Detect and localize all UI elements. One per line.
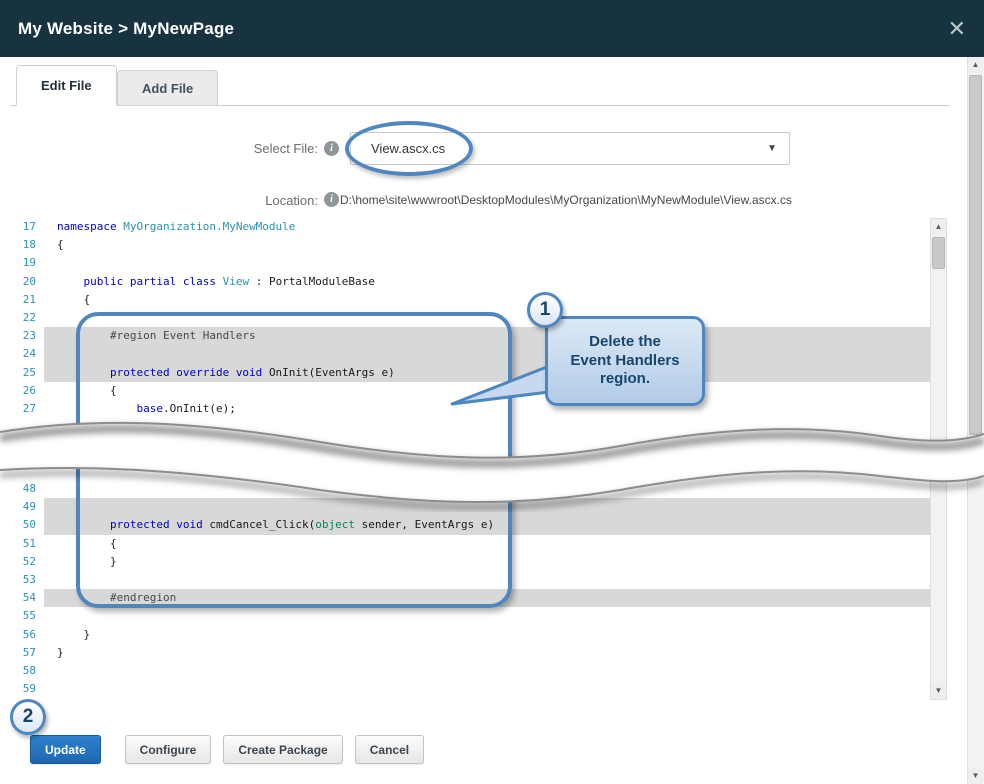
dialog-header: My Website > MyNewPage ✕ — [0, 0, 984, 57]
select-file-label: Select File: — [198, 141, 318, 156]
scroll-up-icon[interactable]: ▲ — [931, 219, 946, 235]
line-number: 50 — [10, 516, 44, 534]
scroll-down-icon[interactable]: ▼ — [931, 683, 946, 699]
line-number: 19 — [10, 254, 44, 272]
dialog: My Website > MyNewPage ✕ Edit File Add F… — [0, 0, 984, 784]
code-line: 58 — [10, 662, 930, 680]
line-number: 49 — [10, 498, 44, 516]
callout-tail — [447, 355, 559, 411]
line-number: 57 — [10, 644, 44, 662]
code-text — [44, 607, 930, 625]
code-text — [44, 254, 930, 272]
page-scrollbar-thumb[interactable] — [969, 75, 982, 435]
cancel-button[interactable]: Cancel — [355, 735, 424, 764]
scroll-down-icon[interactable]: ▼ — [968, 768, 983, 784]
line-number: 59 — [10, 680, 44, 698]
step-2-badge: 2 — [10, 699, 46, 735]
code-line: 57} — [10, 644, 930, 662]
annotation-ellipse — [345, 121, 473, 176]
callout-text: Event Handlers — [548, 352, 702, 371]
line-number: 23 — [10, 327, 44, 345]
location-path: D:\home\site\wwwroot\DesktopModules\MyOr… — [340, 193, 792, 207]
code-text: { — [44, 236, 930, 254]
callout-text: Delete the — [548, 333, 702, 352]
code-text — [44, 680, 930, 698]
page-scrollbar[interactable]: ▲ ▼ — [967, 57, 984, 784]
code-text: namespace MyOrganization.MyNewModule — [44, 218, 930, 236]
code-line: 21 { — [10, 291, 930, 309]
callout-text: region. — [548, 370, 702, 389]
chevron-down-icon: ▼ — [767, 143, 777, 154]
breadcrumb-title: My Website > MyNewPage — [18, 19, 234, 39]
line-number: 26 — [10, 382, 44, 400]
line-number: 58 — [10, 662, 44, 680]
editor-scrollbar[interactable]: ▲ ▼ — [930, 218, 947, 700]
action-button-row: Update Configure Create Package Cancel — [30, 735, 424, 764]
line-number: 17 — [10, 218, 44, 236]
tab-edit-file[interactable]: Edit File — [16, 65, 117, 106]
line-number: 24 — [10, 345, 44, 363]
code-line: 20 public partial class View : PortalMod… — [10, 273, 930, 291]
code-text: } — [44, 626, 930, 644]
close-icon[interactable]: ✕ — [948, 18, 966, 40]
step-1-badge: 1 — [527, 292, 563, 328]
line-number: 56 — [10, 626, 44, 644]
scroll-up-icon[interactable]: ▲ — [968, 57, 983, 73]
info-icon[interactable]: i — [324, 192, 339, 207]
location-label: Location: — [198, 193, 318, 208]
line-number: 21 — [10, 291, 44, 309]
code-text: { — [44, 291, 930, 309]
line-number: 18 — [10, 236, 44, 254]
editor-scrollbar-thumb[interactable] — [932, 237, 945, 269]
line-number: 48 — [10, 480, 44, 498]
line-number: 22 — [10, 309, 44, 327]
code-line: 17namespace MyOrganization.MyNewModule — [10, 218, 930, 236]
code-line: 19 — [10, 254, 930, 272]
line-number: 52 — [10, 553, 44, 571]
code-line: 59 — [10, 680, 930, 698]
line-number: 51 — [10, 535, 44, 553]
code-text — [44, 662, 930, 680]
create-package-button[interactable]: Create Package — [223, 735, 342, 764]
line-number: 20 — [10, 273, 44, 291]
code-text: } — [44, 644, 930, 662]
update-button[interactable]: Update — [30, 735, 101, 764]
line-number: 54 — [10, 589, 44, 607]
line-number: 25 — [10, 364, 44, 382]
code-line: 55 — [10, 607, 930, 625]
line-number: 27 — [10, 400, 44, 418]
configure-button[interactable]: Configure — [125, 735, 212, 764]
code-text: public partial class View : PortalModule… — [44, 273, 930, 291]
tab-add-file[interactable]: Add File — [117, 70, 218, 106]
code-line: 56 } — [10, 626, 930, 644]
callout-bubble: Delete the Event Handlers region. — [545, 316, 705, 406]
line-number: 55 — [10, 607, 44, 625]
info-icon[interactable]: i — [324, 141, 339, 156]
line-number: 53 — [10, 571, 44, 589]
code-line: 18{ — [10, 236, 930, 254]
